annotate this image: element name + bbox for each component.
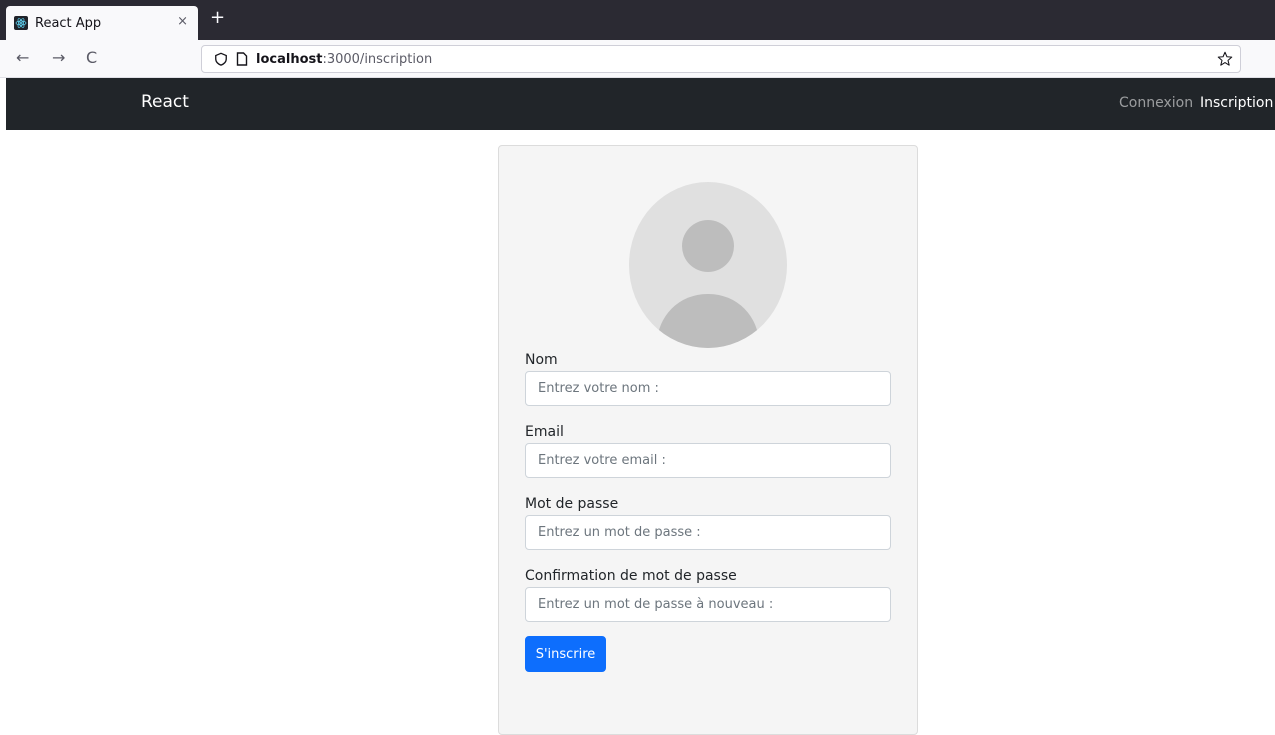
react-logo-icon (14, 16, 28, 30)
new-tab-button[interactable]: + (210, 8, 225, 28)
app-navbar: React Connexion Inscription (6, 78, 1275, 130)
nom-input[interactable] (525, 371, 891, 406)
browser-tab[interactable]: React App × (6, 6, 198, 40)
password-confirm-label: Confirmation de mot de passe (525, 568, 737, 584)
avatar-placeholder-icon (629, 182, 787, 348)
close-tab-icon[interactable]: × (177, 15, 188, 29)
url-text[interactable]: localhost:3000/inscription (256, 52, 432, 67)
browser-tab-bar: React App × + (0, 0, 1275, 40)
url-path: :3000/inscription (322, 51, 433, 67)
password-input[interactable] (525, 515, 891, 550)
avatar-body (657, 294, 759, 348)
signup-button[interactable]: S'inscrire (525, 636, 606, 672)
tab-title: React App (35, 15, 102, 31)
navbar-brand[interactable]: React (141, 92, 189, 112)
url-host: localhost (256, 51, 323, 67)
forward-icon[interactable]: → (52, 49, 65, 67)
nav-link-inscription[interactable]: Inscription (1200, 95, 1273, 111)
email-label: Email (525, 424, 564, 440)
signup-card: Nom Email Mot de passe Confirmation de m… (498, 145, 918, 735)
page-icon[interactable] (236, 52, 248, 66)
password-confirm-input[interactable] (525, 587, 891, 622)
shield-icon[interactable] (214, 52, 228, 66)
nom-label: Nom (525, 352, 558, 368)
nav-link-connexion[interactable]: Connexion (1119, 95, 1193, 111)
browser-toolbar: ← → C localhost:3000/inscription (0, 40, 1275, 78)
url-bar[interactable]: localhost:3000/inscription (201, 45, 1241, 73)
avatar-head (682, 220, 734, 272)
back-icon[interactable]: ← (16, 49, 29, 67)
star-icon[interactable] (1216, 50, 1234, 68)
reload-icon[interactable]: C (86, 49, 97, 67)
email-input[interactable] (525, 443, 891, 478)
password-label: Mot de passe (525, 496, 619, 512)
